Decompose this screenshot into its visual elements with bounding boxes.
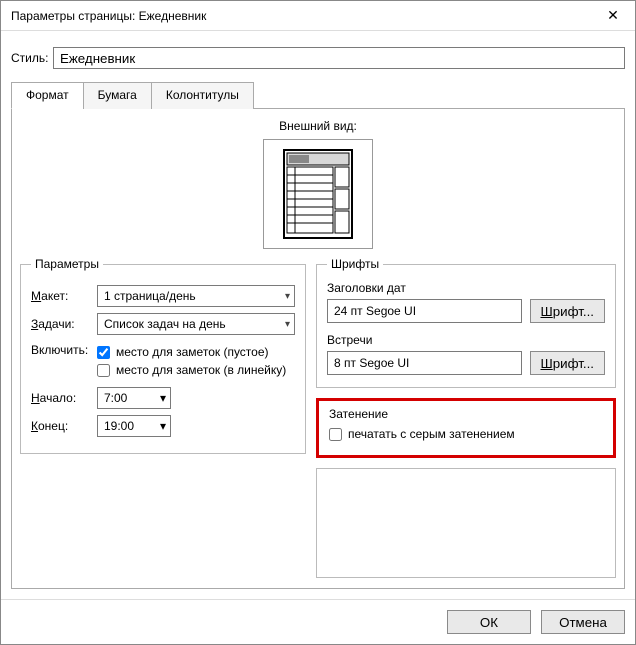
layout-label: Макет: [31,289,97,303]
layout-row: Макет: 1 страница/день ▾ [31,285,295,307]
tab-strip: Формат Бумага Колонтитулы [11,81,625,109]
date-headers-row: 24 пт Segoe UI Шрифт... [327,299,605,323]
date-headers-label: Заголовки дат [327,281,605,295]
layout-combo[interactable]: 1 страница/день ▾ [97,285,295,307]
chevron-down-icon: ▾ [285,319,290,330]
end-time-combo[interactable]: 19:00 ▾ [97,415,171,437]
end-label: Конец: [31,419,97,433]
close-button[interactable]: ✕ [591,1,635,31]
notes-blank-label: место для заметок (пустое) [116,345,269,359]
tasks-value: Список задач на день [104,317,226,331]
chevron-down-icon: ▾ [160,419,166,433]
start-time-combo[interactable]: 7:00 ▾ [97,387,171,409]
tab-panel-format: Внешний вид: [11,109,625,589]
style-row: Стиль: [11,47,625,69]
appointments-font-button[interactable]: Шрифт... [530,351,606,375]
close-icon: ✕ [607,7,619,24]
fonts-group: Шрифты Заголовки дат 24 пт Segoe UI Шриф… [316,257,616,388]
layout-value: 1 страница/день [104,289,196,303]
tab-format[interactable]: Формат [11,82,84,109]
date-headers-font-button[interactable]: Шрифт... [530,299,606,323]
ok-label: ОК [480,615,498,630]
dialog-footer: ОК Отмена [1,599,635,644]
tab-label: Бумага [98,88,137,102]
include-label: Включить: [31,341,97,357]
start-value: 7:00 [104,391,127,405]
params-legend: Параметры [31,257,103,271]
empty-group [316,468,616,578]
appointments-label: Встречи [327,333,605,347]
preview-area: Внешний вид: [20,119,616,249]
style-input[interactable] [53,47,625,69]
page-preview-icon [283,149,353,239]
tasks-row: Задачи: Список задач на день ▾ [31,313,295,335]
start-row: Начало: 7:00 ▾ [31,387,295,409]
include-row: Включить: место для заметок (пустое) мес… [31,341,295,381]
cancel-button[interactable]: Отмена [541,610,625,634]
print-gray-checkbox[interactable] [329,428,342,441]
tasks-label: Задачи: [31,317,97,331]
window-title: Параметры страницы: Ежедневник [11,9,206,23]
fonts-legend: Шрифты [327,257,383,271]
notes-lined-label: место для заметок (в линейку) [116,363,286,377]
shading-group-highlighted: Затенение печатать с серым затенением [316,398,616,458]
ok-button[interactable]: ОК [447,610,531,634]
dialog-window: Параметры страницы: Ежедневник ✕ Стиль: … [0,0,636,645]
chevron-down-icon: ▾ [160,391,166,405]
appointments-value: 8 пт Segoe UI [334,356,409,370]
preview-label: Внешний вид: [20,119,616,133]
notes-lined-check[interactable]: место для заметок (в линейку) [97,363,295,377]
notes-blank-checkbox[interactable] [97,346,110,359]
appointments-display: 8 пт Segoe UI [327,351,522,375]
tab-paper[interactable]: Бумага [83,82,152,109]
tasks-combo[interactable]: Список задач на день ▾ [97,313,295,335]
columns: Параметры Макет: 1 страница/день ▾ Задач… [20,257,616,578]
include-options: место для заметок (пустое) место для зам… [97,341,295,381]
preview-thumbnail [263,139,373,249]
print-gray-label: печатать с серым затенением [348,427,515,441]
dialog-content: Стиль: Формат Бумага Колонтитулы Внешний… [1,31,635,599]
params-group: Параметры Макет: 1 страница/день ▾ Задач… [20,257,306,454]
end-row: Конец: 19:00 ▾ [31,415,295,437]
date-headers-value: 24 пт Segoe UI [334,304,416,318]
date-headers-display: 24 пт Segoe UI [327,299,522,323]
cancel-label: Отмена [559,615,607,630]
notes-blank-check[interactable]: место для заметок (пустое) [97,345,295,359]
end-value: 19:00 [104,419,134,433]
titlebar: Параметры страницы: Ежедневник ✕ [1,1,635,31]
start-label: Начало: [31,391,97,405]
style-label: Стиль: [11,51,53,65]
tab-headers-footers[interactable]: Колонтитулы [151,82,254,109]
appointments-row: 8 пт Segoe UI Шрифт... [327,351,605,375]
chevron-down-icon: ▾ [285,291,290,302]
column-right: Шрифты Заголовки дат 24 пт Segoe UI Шриф… [316,257,616,578]
notes-lined-checkbox[interactable] [97,364,110,377]
tab-label: Колонтитулы [166,88,239,102]
shading-legend: Затенение [329,407,603,421]
print-gray-check[interactable]: печатать с серым затенением [329,427,603,441]
tab-label: Формат [26,88,69,102]
column-left: Параметры Макет: 1 страница/день ▾ Задач… [20,257,306,578]
